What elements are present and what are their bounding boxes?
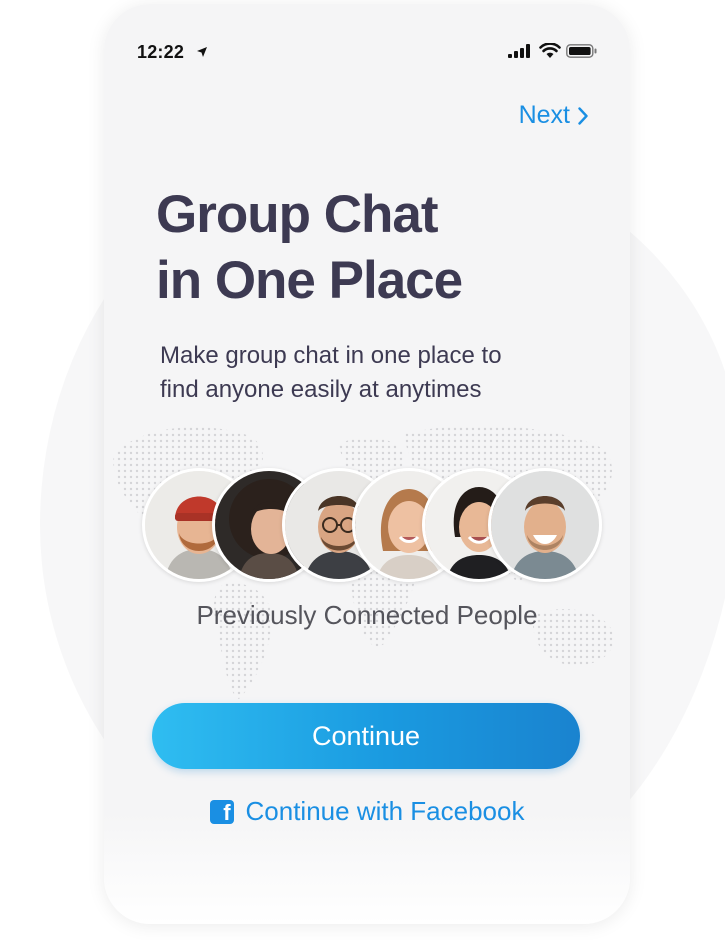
facebook-link-label: Continue with Facebook (245, 796, 525, 826)
title-line-2: in One Place (156, 251, 463, 310)
next-label: Next (518, 101, 570, 129)
page-title: Group Chat in One Place (156, 182, 576, 314)
next-button[interactable]: Next (519, 101, 588, 130)
subtitle-line-2: find anyone easily at anytimes (160, 376, 482, 403)
people-caption: Previously Connected People (196, 600, 538, 630)
avatar[interactable] (488, 468, 602, 582)
page-subtitle: Make group chat in one place to find any… (160, 339, 560, 407)
continue-with-facebook-link[interactable]: f Continue with Facebook (104, 796, 630, 827)
phone-frame: 12:22 Next Group Chat in One Place Make … (104, 4, 630, 924)
location-arrow-icon (197, 47, 207, 57)
status-time: 12:22 (137, 42, 185, 62)
status-bar: 12:22 (104, 38, 630, 66)
facebook-icon: f (209, 799, 234, 825)
subtitle-line-1: Make group chat in one place to (160, 342, 502, 369)
chevron-right-icon (578, 106, 588, 125)
title-line-1: Group Chat (156, 185, 438, 244)
person-laughing-man-avatar-icon (491, 471, 599, 579)
wifi-icon (539, 43, 561, 58)
cellular-signal-icon (508, 44, 530, 58)
battery-icon (566, 44, 597, 58)
connected-people-avatars (142, 468, 602, 582)
continue-button[interactable]: Continue (152, 703, 580, 769)
